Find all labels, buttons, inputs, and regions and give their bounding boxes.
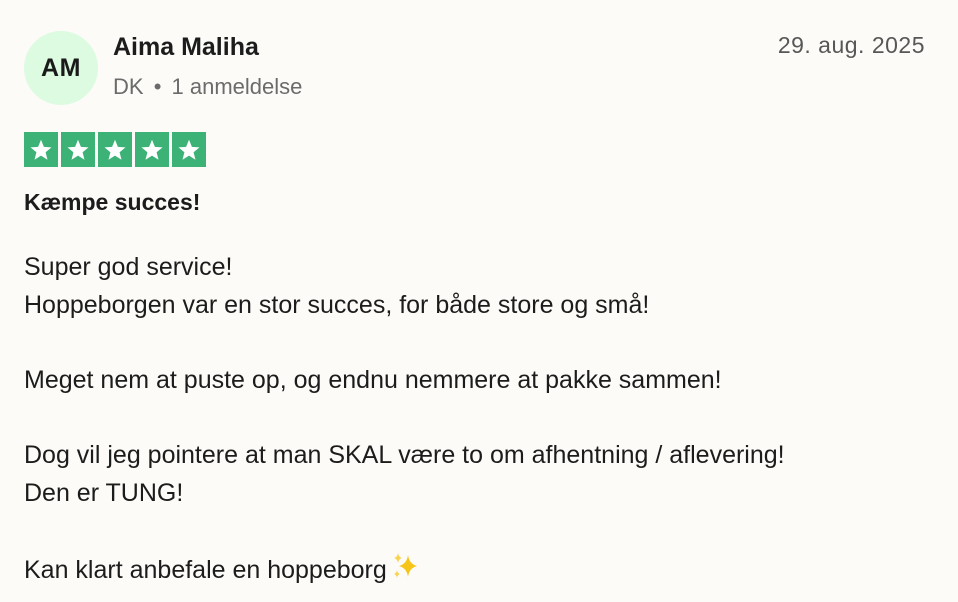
- review-date: 29. aug. 2025: [777, 32, 925, 58]
- reviewer-country: DK: [113, 74, 144, 99]
- star-icon: [61, 132, 95, 167]
- star-icon: [98, 132, 132, 167]
- avatar-initials: AM: [41, 53, 81, 82]
- reviewer-review-count: 1 anmeldelse: [171, 74, 303, 99]
- review-card: AM Aima Maliha DK • 1 anmeldelse 29. aug…: [0, 0, 958, 602]
- review-body: Super god service! Hoppeborgen var en sto…: [24, 249, 924, 592]
- review-title[interactable]: Kæmpe succes!: [24, 189, 200, 216]
- reviewer-name[interactable]: Aima Maliha: [113, 33, 259, 62]
- reviewer-meta: DK • 1 anmeldelse: [113, 74, 302, 100]
- star-icon: [24, 132, 58, 167]
- meta-separator: •: [153, 74, 162, 99]
- star-rating: [24, 132, 206, 167]
- review-text-line: Super god service!: [24, 253, 233, 281]
- star-icon: [135, 132, 169, 167]
- review-text-line: Kan klart anbefale en hoppeborg: [24, 551, 924, 593]
- avatar[interactable]: AM: [24, 31, 98, 105]
- review-text-line: Hoppeborgen var en stor succes, for både…: [24, 290, 650, 319]
- review-text-line: Dog vil jeg pointere at man SKAL være to…: [24, 441, 785, 470]
- star-icon: [172, 132, 206, 167]
- sparkles-icon: [391, 551, 421, 593]
- review-text-line: Den er TUNG!: [24, 479, 184, 508]
- review-text-line: Meget nem at puste op, og endnu nemmere …: [24, 366, 722, 395]
